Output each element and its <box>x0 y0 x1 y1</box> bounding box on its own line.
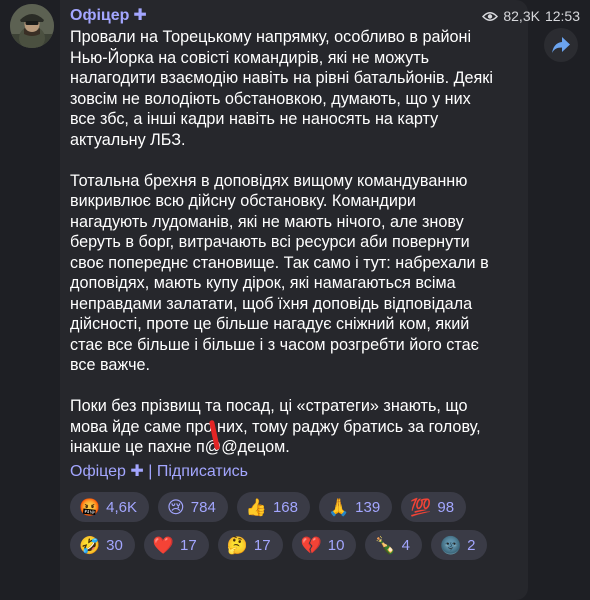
post-text: Провали на Торецькому напрямку, особливо… <box>70 27 510 458</box>
channel-name-label: Офіцер <box>70 7 130 24</box>
reaction-count: 4,6K <box>106 498 138 516</box>
reaction-emoji-icon: 🍾 <box>374 535 396 555</box>
message-meta: 82,3K 12:53 <box>482 6 580 26</box>
reaction-count: 17 <box>253 536 271 554</box>
reaction-emoji-icon: 💔 <box>300 535 322 555</box>
reaction-chip[interactable]: 🙏 139 <box>319 492 393 522</box>
reaction-emoji-icon: 😢 <box>167 497 185 517</box>
subscribe-link[interactable]: Підписатись <box>157 463 248 480</box>
post-paragraph: Тотальна брехня в доповідях вищому коман… <box>70 171 489 375</box>
reaction-count: 4 <box>401 536 410 554</box>
reaction-emoji-icon: 🤬 <box>79 497 101 517</box>
reaction-chip[interactable]: 💯 98 <box>401 492 467 522</box>
reaction-emoji-icon: 💯 <box>410 497 432 517</box>
share-arrow-icon <box>552 37 570 53</box>
reactions-bar: 🤬 4,6K 😢 784 👍 168 🙏 139 💯 98 🤣 30 ❤️ 17 🤔 17 💔 1… <box>70 492 525 560</box>
reaction-chip[interactable]: 🤔 17 <box>217 530 283 560</box>
reaction-emoji-icon: 👍 <box>245 497 267 517</box>
channel-badge-icon: ✚ <box>133 7 147 24</box>
reaction-chip[interactable]: 👍 168 <box>236 492 310 522</box>
reaction-emoji-icon: 🌚 <box>439 535 462 555</box>
signature-badge-icon: ✚ <box>130 463 144 480</box>
view-count: 82,3K <box>503 8 540 24</box>
reaction-count: 139 <box>355 498 381 516</box>
reaction-count: 17 <box>180 536 197 554</box>
reaction-chip[interactable]: ❤️ 17 <box>143 530 209 560</box>
reaction-count: 10 <box>327 536 345 554</box>
reaction-chip[interactable]: 🤬 4,6K <box>70 492 150 522</box>
post-paragraph: Провали на Торецькому напрямку, особливо… <box>70 28 493 149</box>
channel-name[interactable]: Офіцер ✚ <box>70 6 147 26</box>
post-time: 12:53 <box>544 8 580 24</box>
signature-channel-link[interactable]: Офіцер <box>70 463 126 480</box>
reaction-emoji-icon: 🤔 <box>226 535 248 555</box>
reaction-chip[interactable]: 🤣 30 <box>70 530 135 560</box>
views-eye-icon <box>482 11 499 21</box>
reaction-count: 168 <box>272 498 298 516</box>
reaction-count: 2 <box>467 536 476 554</box>
reaction-emoji-icon: 🤣 <box>79 535 101 555</box>
reaction-chip[interactable]: 🌚 2 <box>430 530 488 560</box>
share-button[interactable] <box>544 28 578 62</box>
reaction-chip[interactable]: 😢 784 <box>158 492 228 522</box>
post-signature: Офіцер ✚ | Підписатись <box>70 462 248 482</box>
post-paragraph: Поки без прізвищ та посад, ці «стратеги»… <box>70 397 481 456</box>
reaction-chip[interactable]: 💔 10 <box>291 530 357 560</box>
reaction-count: 30 <box>106 536 123 554</box>
reaction-emoji-icon: ❤️ <box>152 535 175 555</box>
signature-separator: | <box>148 463 153 480</box>
reaction-emoji-icon: 🙏 <box>328 497 350 517</box>
reaction-count: 784 <box>190 498 216 516</box>
reaction-chip[interactable]: 🍾 4 <box>365 530 422 560</box>
message-header: Офіцер ✚ 82,3K 12:53 <box>70 6 590 26</box>
reaction-count: 98 <box>437 498 455 516</box>
channel-avatar[interactable] <box>10 4 54 48</box>
